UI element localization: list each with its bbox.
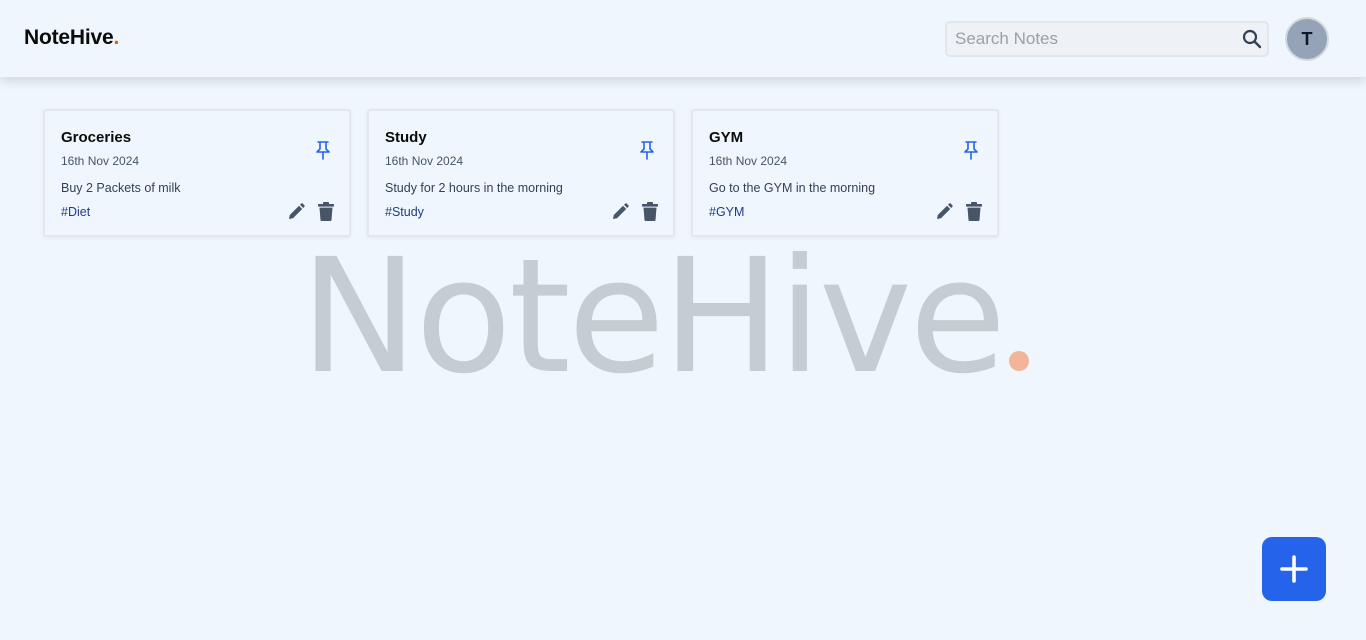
pencil-icon[interactable] xyxy=(935,203,953,221)
watermark-dot xyxy=(1009,351,1030,371)
note-card[interactable]: Study 16th Nov 2024 Study for 2 hours in… xyxy=(367,109,675,237)
note-content: Study for 2 hours in the morning xyxy=(385,181,563,195)
brand-name: NoteHive xyxy=(24,26,114,49)
note-date: 16th Nov 2024 xyxy=(385,154,464,168)
trash-icon[interactable] xyxy=(642,202,658,221)
trash-icon[interactable] xyxy=(318,202,334,221)
search-bar xyxy=(945,21,1269,57)
pin-icon[interactable] xyxy=(962,140,980,160)
brand-logo[interactable]: NoteHive. xyxy=(24,26,119,50)
note-title: Groceries xyxy=(61,129,132,146)
note-content: Go to the GYM in the morning xyxy=(709,181,876,195)
navbar: NoteHive. T xyxy=(0,0,1366,77)
note-tag: #GYM xyxy=(709,205,745,219)
note-tag: #Diet xyxy=(61,205,91,219)
trash-icon[interactable] xyxy=(966,202,982,221)
brand-dot: . xyxy=(113,26,120,49)
watermark-text: NoteHive xyxy=(300,225,1006,409)
note-content: Buy 2 Packets of milk xyxy=(61,181,181,195)
note-title: Study xyxy=(385,129,427,146)
note-date: 16th Nov 2024 xyxy=(61,154,140,168)
background-watermark: NoteHive xyxy=(300,232,1080,402)
pencil-icon[interactable] xyxy=(611,203,629,221)
note-date: 16th Nov 2024 xyxy=(709,154,788,168)
note-card[interactable]: Groceries 16th Nov 2024 Buy 2 Packets of… xyxy=(43,109,351,237)
pin-icon[interactable] xyxy=(638,140,656,160)
pin-icon[interactable] xyxy=(314,140,332,160)
search-icon[interactable] xyxy=(1242,29,1262,49)
add-note-button[interactable] xyxy=(1262,537,1326,601)
user-avatar[interactable]: T xyxy=(1285,17,1329,61)
note-tag: #Study xyxy=(385,205,424,219)
note-card[interactable]: GYM 16th Nov 2024 Go to the GYM in the m… xyxy=(691,109,999,237)
search-input[interactable] xyxy=(955,29,1235,49)
pencil-icon[interactable] xyxy=(287,203,305,221)
plus-icon xyxy=(1280,555,1308,583)
note-title: GYM xyxy=(709,129,744,146)
